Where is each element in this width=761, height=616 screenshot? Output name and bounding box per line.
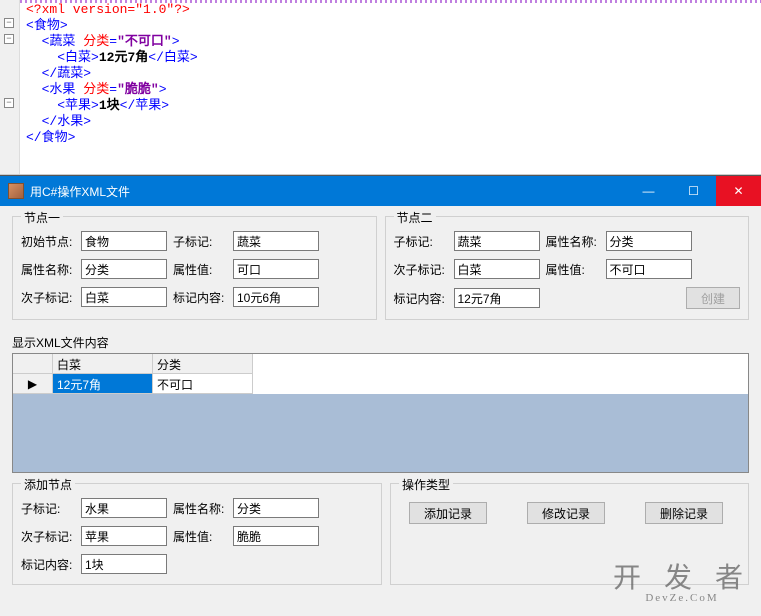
close-button[interactable]: ✕ xyxy=(716,176,761,206)
label-subsubtag2: 次子标记: xyxy=(394,261,448,278)
label-attrval2: 属性值: xyxy=(546,261,600,278)
app-icon xyxy=(8,183,24,199)
grid-corner xyxy=(13,354,53,374)
create-button[interactable]: 创建 xyxy=(686,287,740,309)
input-subsubtag2[interactable] xyxy=(454,259,540,279)
grid-label: 显示XML文件内容 xyxy=(12,334,749,351)
input-subsubtag[interactable] xyxy=(81,287,167,307)
label-attrval: 属性值: xyxy=(173,261,227,278)
add-record-button[interactable]: 添加记录 xyxy=(409,502,487,524)
fold-toggle[interactable]: − xyxy=(4,18,14,28)
label-subtag2: 子标记: xyxy=(394,233,448,250)
label-tagcontent: 标记内容: xyxy=(173,289,227,306)
minimize-button[interactable]: — xyxy=(626,176,671,206)
modify-record-button[interactable]: 修改记录 xyxy=(527,502,605,524)
groupbox-add-node: 添加节点 子标记: 属性名称: 次子标记: 属性值: 标记内容: xyxy=(12,483,382,585)
delete-record-button[interactable]: 删除记录 xyxy=(645,502,723,524)
app-window: 用C#操作XML文件 — ☐ ✕ 节点一 初始节点: 子标记: 属性名称: xyxy=(0,175,761,616)
label-subsubtag: 次子标记: xyxy=(21,289,75,306)
input-attrname[interactable] xyxy=(81,259,167,279)
groupbox-operations: 操作类型 添加记录 修改记录 删除记录 xyxy=(390,483,749,585)
grid-cell[interactable]: 不可口 xyxy=(153,374,253,394)
grid-header-c1[interactable]: 白菜 xyxy=(53,354,153,374)
label-attrval3: 属性值: xyxy=(173,528,227,545)
label-attrname3: 属性名称: xyxy=(173,500,227,517)
fold-toggle[interactable]: − xyxy=(4,98,14,108)
input-tagcontent3[interactable] xyxy=(81,554,167,574)
input-subtag3[interactable] xyxy=(81,498,167,518)
titlebar[interactable]: 用C#操作XML文件 — ☐ ✕ xyxy=(0,176,761,206)
input-tagcontent2[interactable] xyxy=(454,288,540,308)
window-title: 用C#操作XML文件 xyxy=(30,183,626,200)
table-row[interactable]: ▶ 12元7角 不可口 xyxy=(13,374,748,394)
input-attrval[interactable] xyxy=(233,259,319,279)
input-subsubtag3[interactable] xyxy=(81,526,167,546)
fold-toggle[interactable]: − xyxy=(4,34,14,44)
group3-legend: 添加节点 xyxy=(21,476,75,493)
label-init-node: 初始节点: xyxy=(21,233,75,250)
input-tagcontent[interactable] xyxy=(233,287,319,307)
input-attrval3[interactable] xyxy=(233,526,319,546)
group4-legend: 操作类型 xyxy=(399,476,453,493)
label-subtag3: 子标记: xyxy=(21,500,75,517)
grid-header-c2[interactable]: 分类 xyxy=(153,354,253,374)
label-tagcontent3: 标记内容: xyxy=(21,556,75,573)
input-init-node[interactable] xyxy=(81,231,167,251)
row-indicator: ▶ xyxy=(13,374,53,394)
input-subtag[interactable] xyxy=(233,231,319,251)
group1-legend: 节点一 xyxy=(21,209,63,226)
xml-declaration: <?xml version="1.0"?> xyxy=(26,2,190,17)
label-tagcontent2: 标记内容: xyxy=(394,290,448,307)
fold-gutter: − − − xyxy=(0,0,20,174)
label-subsubtag3: 次子标记: xyxy=(21,528,75,545)
maximize-button[interactable]: ☐ xyxy=(671,176,716,206)
group2-legend: 节点二 xyxy=(394,209,436,226)
label-attrname2: 属性名称: xyxy=(546,233,600,250)
datagrid[interactable]: 白菜 分类 ▶ 12元7角 不可口 xyxy=(12,353,749,473)
input-attrval2[interactable] xyxy=(606,259,692,279)
input-attrname3[interactable] xyxy=(233,498,319,518)
groupbox-node1: 节点一 初始节点: 子标记: 属性名称: 属性值: 次子标记: 标记内容: xyxy=(12,216,377,320)
grid-cell[interactable]: 12元7角 xyxy=(53,374,153,394)
groupbox-node2: 节点二 子标记: 属性名称: 次子标记: 属性值: 标记内容: xyxy=(385,216,750,320)
xml-editor[interactable]: − − − <?xml version="1.0"?> <食物> <蔬菜 分类=… xyxy=(0,0,761,175)
label-attrname: 属性名称: xyxy=(21,261,75,278)
input-subtag2[interactable] xyxy=(454,231,540,251)
input-attrname2[interactable] xyxy=(606,231,692,251)
label-subtag: 子标记: xyxy=(173,233,227,250)
